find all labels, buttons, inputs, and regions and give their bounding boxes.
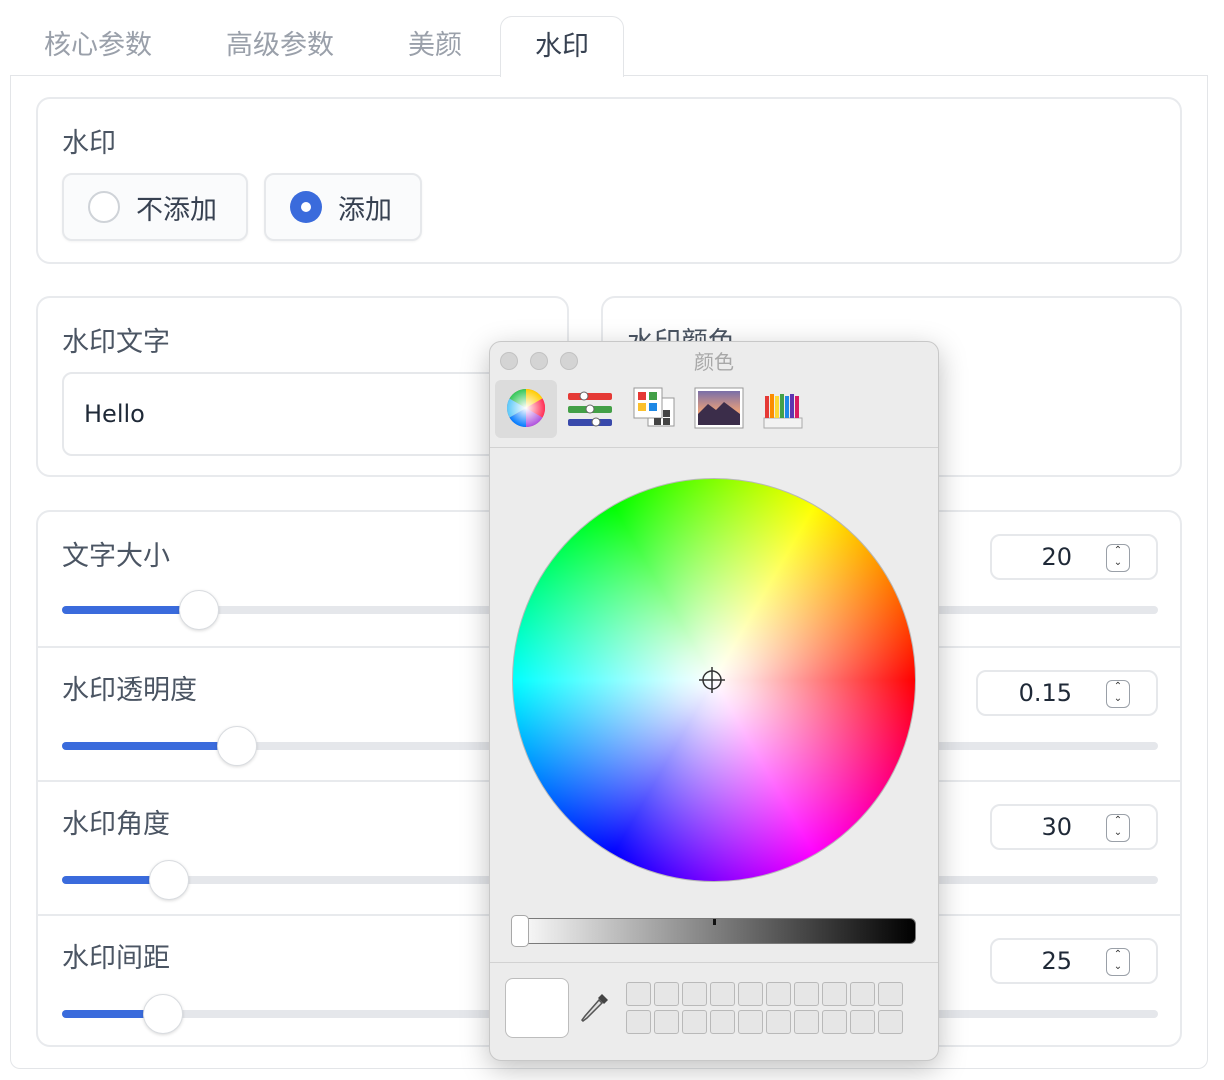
watermark-text-value: Hello bbox=[84, 400, 145, 428]
empty-swatch[interactable] bbox=[682, 1010, 707, 1034]
color-picker-window: 颜色 bbox=[489, 341, 939, 1061]
stepper-arrows-icon[interactable]: ⌃ ⌄ bbox=[1106, 814, 1130, 842]
empty-swatch[interactable] bbox=[654, 1010, 679, 1034]
slider-label: 文字大小 bbox=[62, 541, 170, 572]
image-palettes-tab[interactable] bbox=[688, 380, 750, 438]
empty-swatch[interactable] bbox=[878, 982, 903, 1006]
empty-swatch[interactable] bbox=[626, 1010, 651, 1034]
image-palette-icon bbox=[694, 387, 744, 429]
opacity-number-input[interactable]: 0.15 ⌃ ⌄ bbox=[976, 670, 1158, 716]
watermark-text-label: 水印文字 bbox=[62, 327, 170, 358]
angle-number-input[interactable]: 30 ⌃ ⌄ bbox=[990, 804, 1158, 850]
sliders-icon bbox=[568, 391, 612, 427]
tab-bar: 核心参数 高级参数 美颜 水印 bbox=[10, 0, 1208, 77]
number-value: 25 bbox=[1041, 947, 1072, 975]
slider-thumb[interactable] bbox=[179, 590, 219, 630]
slider-thumb[interactable] bbox=[217, 726, 258, 766]
tab-core-params[interactable]: 核心参数 bbox=[10, 16, 186, 76]
number-value: 0.15 bbox=[1018, 679, 1072, 707]
empty-swatch[interactable] bbox=[766, 982, 791, 1006]
palettes-icon bbox=[633, 387, 675, 427]
font-size-number-input[interactable]: 20 ⌃ ⌄ bbox=[990, 534, 1158, 580]
slider-thumb[interactable] bbox=[149, 860, 190, 900]
tab-label: 美颜 bbox=[408, 30, 462, 61]
tab-watermark[interactable]: 水印 bbox=[500, 16, 624, 77]
number-value: 20 bbox=[1041, 543, 1072, 571]
slider-fill bbox=[62, 742, 238, 750]
empty-swatch[interactable] bbox=[654, 982, 679, 1006]
toolbar-divider bbox=[490, 447, 938, 448]
watermark-title: 水印 bbox=[62, 128, 116, 159]
radio-label: 不添加 bbox=[136, 194, 217, 226]
empty-swatch[interactable] bbox=[794, 982, 819, 1006]
brightness-thumb[interactable] bbox=[511, 915, 529, 947]
stepper-arrows-icon[interactable]: ⌃ ⌄ bbox=[1106, 948, 1130, 976]
pencils-icon bbox=[763, 394, 803, 429]
empty-swatch[interactable] bbox=[738, 982, 763, 1006]
empty-swatch[interactable] bbox=[710, 1010, 735, 1034]
stepper-arrows-icon[interactable]: ⌃ ⌄ bbox=[1106, 680, 1130, 708]
number-value: 30 bbox=[1041, 813, 1072, 841]
empty-swatch[interactable] bbox=[738, 1010, 763, 1034]
color-wheel-icon bbox=[506, 388, 546, 428]
watermark-text-input[interactable]: Hello bbox=[62, 372, 546, 456]
slider-label: 水印角度 bbox=[62, 809, 170, 840]
color-picker-title: 颜色 bbox=[694, 350, 734, 374]
empty-swatch[interactable] bbox=[822, 1010, 847, 1034]
spacing-number-input[interactable]: 25 ⌃ ⌄ bbox=[990, 938, 1158, 984]
eyedropper-icon[interactable] bbox=[578, 990, 612, 1026]
slider-thumb[interactable] bbox=[142, 994, 183, 1034]
tab-label: 高级参数 bbox=[226, 30, 334, 61]
color-sliders-tab[interactable] bbox=[560, 380, 622, 438]
tab-advanced-params[interactable]: 高级参数 bbox=[192, 16, 368, 76]
slider-label: 水印间距 bbox=[62, 943, 170, 974]
tab-label: 水印 bbox=[535, 31, 589, 62]
pencils-tab[interactable] bbox=[752, 380, 814, 438]
current-color-swatch[interactable] bbox=[505, 978, 569, 1038]
empty-swatch[interactable] bbox=[710, 982, 735, 1006]
empty-swatch[interactable] bbox=[850, 982, 875, 1006]
empty-swatch[interactable] bbox=[682, 982, 707, 1006]
radio-label: 添加 bbox=[338, 194, 392, 226]
brightness-tick bbox=[713, 919, 716, 925]
color-wheel-tab[interactable] bbox=[495, 380, 557, 438]
radio-unchecked-icon bbox=[88, 191, 120, 223]
empty-swatch[interactable] bbox=[878, 1010, 903, 1034]
radio-checked-icon bbox=[290, 191, 322, 223]
empty-swatch[interactable] bbox=[850, 1010, 875, 1034]
bottom-divider bbox=[490, 962, 938, 963]
crosshair-icon[interactable] bbox=[698, 666, 726, 694]
empty-swatch[interactable] bbox=[766, 1010, 791, 1034]
stepper-arrows-icon[interactable]: ⌃ ⌄ bbox=[1106, 544, 1130, 572]
watermark-toggle-card: 水印 不添加 添加 bbox=[36, 97, 1182, 264]
radio-no-watermark[interactable]: 不添加 bbox=[62, 173, 248, 241]
empty-swatch[interactable] bbox=[626, 982, 651, 1006]
tab-beauty[interactable]: 美颜 bbox=[374, 16, 496, 76]
empty-swatch[interactable] bbox=[794, 1010, 819, 1034]
tab-label: 核心参数 bbox=[44, 30, 152, 61]
color-palettes-tab[interactable] bbox=[628, 380, 690, 438]
radio-add-watermark[interactable]: 添加 bbox=[264, 173, 422, 241]
empty-swatch[interactable] bbox=[822, 982, 847, 1006]
brightness-slider[interactable] bbox=[511, 915, 916, 947]
slider-label: 水印透明度 bbox=[62, 675, 197, 706]
